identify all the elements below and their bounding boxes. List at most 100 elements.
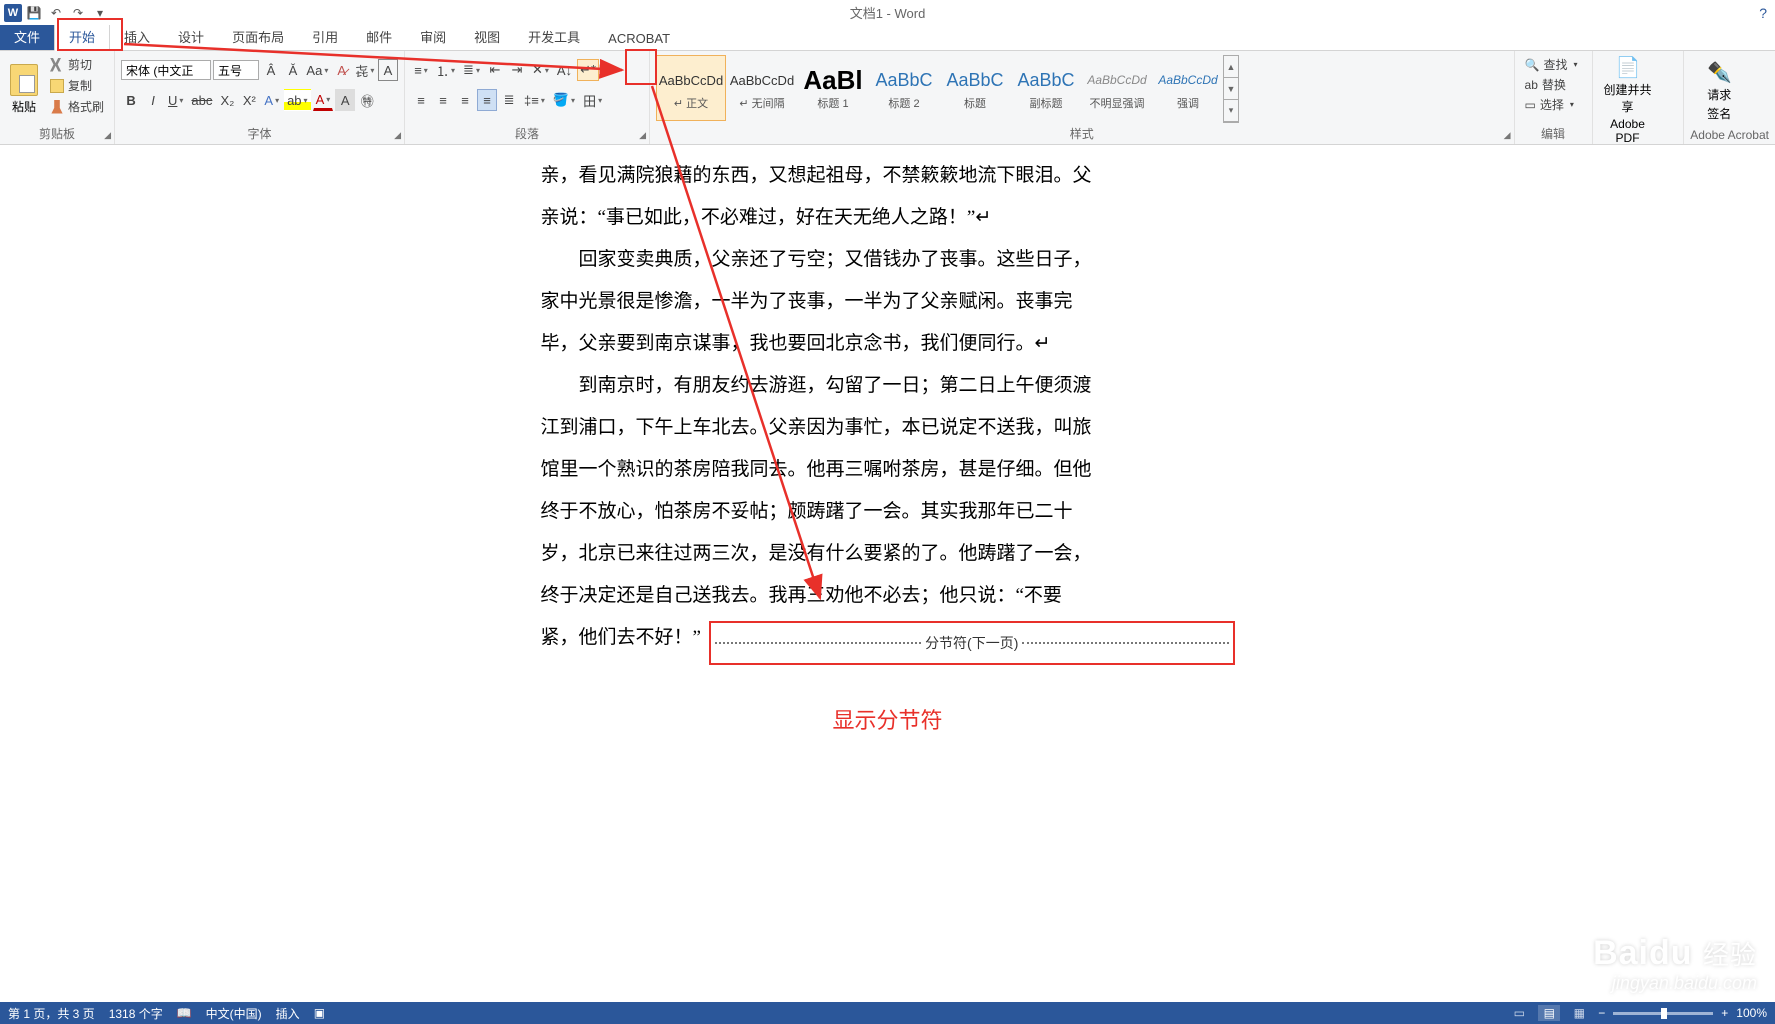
styles-launcher[interactable]: ◢: [1504, 130, 1511, 141]
find-button[interactable]: 🔍查找▾: [1521, 55, 1586, 74]
tab-view[interactable]: 视图: [460, 23, 514, 50]
underline-button[interactable]: U: [165, 89, 186, 111]
bullets-button[interactable]: ≡: [411, 59, 431, 81]
phonetic-guide-button[interactable]: 㐂: [354, 59, 376, 81]
pdf-icon: 📄: [1616, 55, 1640, 79]
status-macro-icon[interactable]: ▣: [314, 1006, 325, 1020]
shading-button[interactable]: 🪣: [550, 89, 578, 111]
qat-save-button[interactable]: 💾: [24, 3, 44, 23]
style-item-2[interactable]: AaBl标题 1: [798, 55, 868, 121]
status-insert-mode[interactable]: 插入: [276, 1005, 300, 1022]
zoom-level[interactable]: 100%: [1736, 1006, 1767, 1020]
borders-button[interactable]: 田: [580, 89, 605, 111]
shrink-font-button[interactable]: Ǎ: [283, 59, 303, 81]
qat-undo-button[interactable]: ↶: [46, 3, 66, 23]
strikethrough-button[interactable]: abc: [188, 89, 215, 111]
align-center-button[interactable]: ≡: [433, 89, 453, 111]
line-spacing-button[interactable]: ‡≡: [521, 89, 548, 111]
paragraph-launcher[interactable]: ◢: [639, 130, 646, 141]
align-left-button[interactable]: ≡: [411, 89, 431, 111]
sort-button[interactable]: A↓: [554, 59, 575, 81]
zoom-in-button[interactable]: +: [1721, 1006, 1728, 1020]
group-clipboard-label: 剪贴板: [6, 123, 108, 142]
clipboard-launcher[interactable]: ◢: [104, 130, 111, 141]
tab-acrobat[interactable]: ACROBAT: [594, 27, 684, 50]
document-area[interactable]: 亲，看见满院狼藉的东西，又想起祖母，不禁簌簌地流下眼泪。父 亲说：“事已如此，不…: [0, 145, 1775, 1002]
tab-design[interactable]: 设计: [164, 23, 218, 50]
decrease-indent-button[interactable]: ⇤: [485, 59, 505, 81]
italic-button[interactable]: I: [143, 89, 163, 111]
styles-gallery[interactable]: AaBbCcDd↵ 正文AaBbCcDd↵ 无间隔AaBl标题 1AaBbC标题…: [656, 55, 1223, 121]
tab-file[interactable]: 文件: [0, 23, 54, 50]
select-button[interactable]: ▭选择▾: [1521, 95, 1586, 114]
highlight-button[interactable]: ab: [284, 89, 310, 111]
qat-customize-button[interactable]: ▾: [90, 3, 110, 23]
style-item-4[interactable]: AaBbC标题: [940, 55, 1010, 121]
zoom-out-button[interactable]: −: [1598, 1006, 1605, 1020]
cut-button[interactable]: 剪切: [46, 55, 108, 74]
tab-mailings[interactable]: 邮件: [352, 23, 406, 50]
view-web-layout-button[interactable]: ▦: [1568, 1005, 1590, 1021]
body-text: 家中光景很是惨澹，一半为了丧事，一半为了父亲赋闲。丧事完: [541, 281, 1235, 323]
styles-expand[interactable]: ▾: [1224, 100, 1238, 122]
grow-font-button[interactable]: Â: [261, 59, 281, 81]
subscript-button[interactable]: X₂: [217, 89, 237, 111]
group-styles: AaBbCcDd↵ 正文AaBbCcDd↵ 无间隔AaBl标题 1AaBbC标题…: [650, 51, 1515, 144]
increase-indent-button[interactable]: ⇥: [507, 59, 527, 81]
status-page[interactable]: 第 1 页，共 3 页: [8, 1005, 95, 1022]
multilevel-list-button[interactable]: ≣: [460, 59, 483, 81]
tab-layout[interactable]: 页面布局: [218, 23, 298, 50]
paste-button[interactable]: 粘贴: [12, 98, 36, 115]
enclose-char-button[interactable]: ㊕: [357, 89, 377, 111]
font-name-input[interactable]: [121, 60, 211, 80]
bold-button[interactable]: B: [121, 89, 141, 111]
replace-button[interactable]: ab替换: [1521, 75, 1586, 94]
text-direction-button[interactable]: ✕: [529, 59, 552, 81]
format-painter-button[interactable]: 格式刷: [46, 97, 108, 116]
char-border-button[interactable]: A: [378, 59, 398, 81]
style-item-5[interactable]: AaBbC副标题: [1011, 55, 1081, 121]
help-icon[interactable]: ?: [1759, 5, 1767, 21]
tab-developer[interactable]: 开发工具: [514, 23, 594, 50]
cut-icon: [50, 58, 64, 72]
styles-scroll-down[interactable]: ▼: [1224, 78, 1238, 100]
superscript-button[interactable]: X²: [239, 89, 259, 111]
clear-formatting-button[interactable]: A̷: [332, 59, 352, 81]
view-print-layout-button[interactable]: ▤: [1538, 1005, 1560, 1021]
qat-redo-button[interactable]: ↷: [68, 3, 88, 23]
create-share-pdf-button[interactable]: 📄 创建并共享 Adobe PDF: [1599, 55, 1657, 145]
style-item-1[interactable]: AaBbCcDd↵ 无间隔: [727, 55, 797, 121]
show-hide-button[interactable]: ↵*: [577, 59, 599, 81]
styles-scroll-up[interactable]: ▲: [1224, 56, 1238, 78]
numbering-button[interactable]: ⒈: [433, 59, 458, 81]
request-signature-button[interactable]: ✒️ 请求 签名: [1690, 55, 1748, 126]
status-spellcheck-icon[interactable]: 📖: [177, 1006, 192, 1020]
view-read-mode-button[interactable]: ▭: [1508, 1005, 1530, 1021]
font-launcher[interactable]: ◢: [394, 130, 401, 141]
status-language[interactable]: 中文(中国): [206, 1005, 262, 1022]
status-word-count[interactable]: 1318 个字: [109, 1005, 163, 1022]
zoom-slider[interactable]: [1613, 1012, 1713, 1015]
font-size-input[interactable]: [213, 60, 259, 80]
tab-review[interactable]: 审阅: [406, 23, 460, 50]
style-item-7[interactable]: AaBbCcDd强调: [1153, 55, 1223, 121]
word-app-icon: W: [4, 4, 22, 22]
style-item-0[interactable]: AaBbCcDd↵ 正文: [656, 55, 726, 121]
tab-home[interactable]: 开始: [54, 22, 110, 51]
font-color-button[interactable]: A: [313, 89, 334, 111]
change-case-button[interactable]: Aa: [305, 59, 330, 81]
styles-scrollbar[interactable]: ▲ ▼ ▾: [1223, 55, 1239, 123]
text-effects-button[interactable]: A: [261, 89, 282, 111]
tab-references[interactable]: 引用: [298, 23, 352, 50]
char-shading-button[interactable]: A: [335, 89, 355, 111]
align-right-button[interactable]: ≡: [455, 89, 475, 111]
style-item-6[interactable]: AaBbCcDd不明显强调: [1082, 55, 1152, 121]
copy-button[interactable]: 复制: [46, 76, 108, 95]
distribute-button[interactable]: ≣: [499, 89, 519, 111]
justify-button[interactable]: ≡: [477, 89, 497, 111]
tab-insert[interactable]: 插入: [110, 23, 164, 50]
style-item-3[interactable]: AaBbC标题 2: [869, 55, 939, 121]
body-text: 回家变卖典质，父亲还了亏空；又借钱办了丧事。这些日子，: [541, 239, 1235, 281]
paste-icon[interactable]: [10, 64, 38, 96]
group-font: Â Ǎ Aa A̷ 㐂 A B I U abc X₂ X² A ab A A…: [115, 51, 405, 144]
